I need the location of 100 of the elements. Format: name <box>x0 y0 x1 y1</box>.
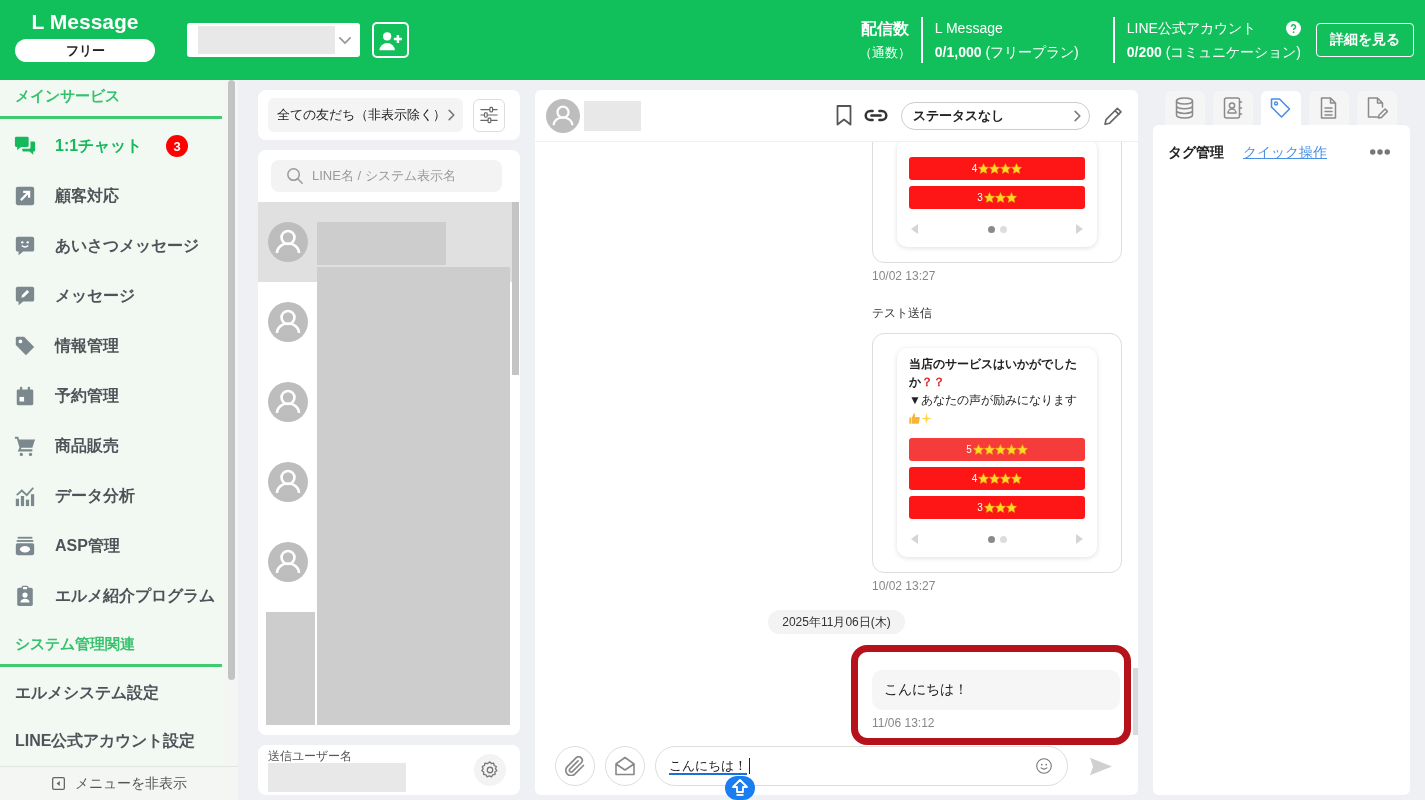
panel-tab[interactable] <box>1261 91 1301 125</box>
page-dot-icon[interactable] <box>999 225 1007 233</box>
pencil-icon[interactable] <box>1104 106 1122 125</box>
panel-tab[interactable] <box>1309 91 1349 125</box>
add-person-icon <box>378 29 403 51</box>
plan-badge: フリー <box>15 39 155 62</box>
sidebar-item[interactable]: 1:1チャット 3 <box>0 121 224 171</box>
collapse-icon <box>51 777 65 790</box>
friend-filter-select[interactable]: 全ての友だち（非表示除く） <box>268 98 463 132</box>
panel-tab[interactable] <box>1357 91 1397 125</box>
template-button[interactable] <box>605 746 645 786</box>
panel-tab[interactable] <box>1213 91 1253 125</box>
add-friend-button[interactable] <box>372 22 409 58</box>
star-icon <box>972 444 984 455</box>
next-icon[interactable] <box>1076 224 1083 234</box>
scrollbar[interactable] <box>512 202 519 375</box>
smiley-bubble-icon <box>14 235 36 257</box>
message-caption: テスト送信 <box>872 305 932 321</box>
sidebar-item[interactable]: データ分析 <box>0 471 224 521</box>
notification-badge: 3 <box>166 135 189 157</box>
section-heading: システム管理関連 <box>15 634 135 654</box>
account-select[interactable] <box>187 23 360 57</box>
gear-icon <box>481 761 499 779</box>
star-icon <box>1005 192 1017 203</box>
sender-settings-button[interactable] <box>474 754 506 786</box>
counter-title: LINE公式アカウント <box>1126 19 1256 37</box>
previous-icon[interactable] <box>911 534 918 544</box>
message-time: 10/02 13:27 <box>872 269 936 283</box>
sidebar-item[interactable]: エルメシステム設定 <box>0 669 224 717</box>
sidebar-item[interactable]: 情報管理 <box>0 321 224 371</box>
scrollbar[interactable] <box>228 80 235 680</box>
sidebar-item[interactable]: 商品販売 <box>0 421 224 471</box>
sidebar-item[interactable]: エルメ紹介プログラム <box>0 571 224 621</box>
attach-button[interactable] <box>555 746 595 786</box>
friend-row[interactable] <box>258 202 512 282</box>
chevron-down-icon <box>339 36 351 44</box>
thumbs-up-icon <box>909 412 920 424</box>
sidebar-item[interactable]: メッセージ <box>0 271 224 321</box>
message-bubble: こんにちは！ <box>872 670 1120 710</box>
star-icon <box>983 192 995 203</box>
smiley-icon[interactable] <box>1036 758 1052 774</box>
chevron-right-icon <box>448 109 455 121</box>
star-icon <box>983 502 995 513</box>
database-icon <box>1174 97 1196 119</box>
counter-usage: 0/200 (コミュニケーション) <box>1126 43 1301 61</box>
panel-tab[interactable] <box>1165 91 1205 125</box>
avatar-icon <box>268 302 308 342</box>
card-title: 当店のサービスはいかがでしたか？？ <box>909 356 1078 391</box>
stack-icon <box>14 535 36 557</box>
counter-usage: 0/1,000 (フリープラン) <box>934 43 1079 61</box>
page-dot-icon[interactable] <box>987 535 995 543</box>
sparkle-icon <box>921 412 932 424</box>
envelope-icon <box>615 756 635 776</box>
sidebar-item[interactable]: あいさつメッセージ <box>0 221 224 271</box>
sidebar-item[interactable]: 予約管理 <box>0 371 224 421</box>
pencil-bubble-icon <box>14 285 36 307</box>
star-icon <box>989 163 1001 174</box>
bookmark-icon[interactable] <box>836 105 852 126</box>
search-icon <box>287 168 303 184</box>
rating-button[interactable]: 4 <box>909 467 1085 490</box>
filter-settings-button[interactable] <box>473 98 505 132</box>
chevron-right-icon <box>1074 109 1081 122</box>
help-icon[interactable] <box>1286 20 1301 36</box>
sliders-icon <box>479 106 499 124</box>
date-divider: 2025年11月06日(木) <box>768 610 905 634</box>
paperclip-icon <box>565 756 585 776</box>
card-text: ▼あなたの声が励みになります <box>909 392 1078 409</box>
star-icon <box>994 444 1006 455</box>
panel-title: タグ管理 <box>1168 143 1224 162</box>
sidebar-item[interactable]: ASP管理 <box>0 521 224 571</box>
star-icon <box>994 192 1006 203</box>
scrollbar[interactable] <box>1133 668 1138 735</box>
star-icon <box>978 473 990 484</box>
sidebar-item[interactable]: LINE公式アカウント設定 <box>0 717 224 765</box>
star-icon <box>994 502 1006 513</box>
previous-icon[interactable] <box>911 224 918 234</box>
avatar-icon <box>546 98 580 133</box>
avatar-icon <box>268 542 308 582</box>
stats-title: 配信数 <box>860 19 909 39</box>
message-time: 11/06 13:12 <box>872 716 935 730</box>
page-dot-icon[interactable] <box>987 225 995 233</box>
rating-button[interactable]: 4 <box>909 157 1085 180</box>
sidebar-item[interactable]: 顧客対応 <box>0 171 224 221</box>
send-icon[interactable] <box>1090 756 1112 776</box>
rating-button[interactable]: 3 <box>909 496 1085 519</box>
avatar-icon <box>268 382 308 422</box>
section-heading: メインサービス <box>15 86 120 106</box>
logo-text: L Message <box>31 9 139 35</box>
rating-button[interactable]: 5 <box>909 438 1085 461</box>
page-dot-icon[interactable] <box>999 535 1007 543</box>
next-icon[interactable] <box>1076 534 1083 544</box>
rating-button[interactable]: 3 <box>909 186 1085 209</box>
more-icon[interactable] <box>1370 149 1390 155</box>
counter-title: L Message <box>934 19 1003 37</box>
cart-icon <box>14 435 36 457</box>
stats-unit: （通数） <box>858 44 911 61</box>
calendar-icon <box>14 385 36 407</box>
star-icon <box>989 473 1001 484</box>
star-icon <box>1011 473 1023 484</box>
link-icon[interactable] <box>864 109 888 122</box>
